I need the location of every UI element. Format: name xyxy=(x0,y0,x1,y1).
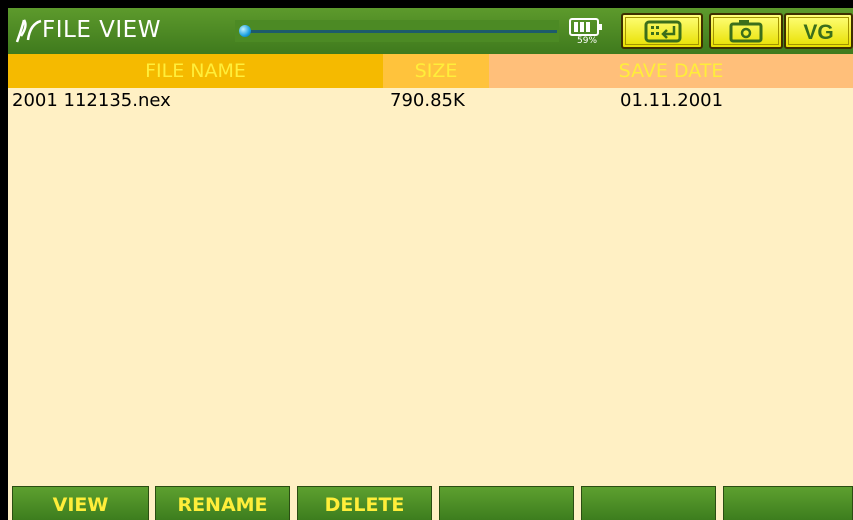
vg-label: VG xyxy=(803,21,834,44)
camera-button[interactable] xyxy=(709,13,783,49)
softkey-4[interactable] xyxy=(439,486,574,520)
file-name-cell: 2001 112135.nex xyxy=(12,90,171,111)
top-bar: FILE VIEW 59% VG xyxy=(8,8,853,54)
rename-button[interactable]: RENAME xyxy=(155,486,290,520)
delete-button[interactable]: DELETE xyxy=(297,486,432,520)
file-date-cell: 01.11.2001 xyxy=(620,90,724,111)
position-slider[interactable] xyxy=(235,20,559,42)
screen: FILE VIEW 59% VG FILE NAME SIZE SAVE DAT… xyxy=(8,8,853,520)
app-logo-icon xyxy=(15,19,42,43)
device-frame: FILE VIEW 59% VG FILE NAME SIZE SAVE DAT… xyxy=(0,0,853,520)
battery-percent: 59% xyxy=(577,36,598,46)
column-header-size[interactable]: SIZE xyxy=(383,54,489,88)
slider-track-line xyxy=(245,30,557,33)
page-title: FILE VIEW xyxy=(42,17,161,43)
table-row[interactable]: 2001 112135.nex 790.85K 01.11.2001 xyxy=(8,90,853,114)
softkey-bar: VIEW RENAME DELETE xyxy=(8,486,853,520)
file-size-cell: 790.85K xyxy=(390,90,465,111)
keyboard-enter-icon xyxy=(644,20,682,43)
column-header-file-name[interactable]: FILE NAME xyxy=(8,54,383,88)
vg-button[interactable]: VG xyxy=(784,13,853,49)
slider-knob[interactable] xyxy=(239,25,251,37)
column-header-save-date[interactable]: SAVE DATE xyxy=(489,54,853,88)
battery-indicator: 59% xyxy=(569,16,605,48)
softkey-5[interactable] xyxy=(581,486,716,520)
view-button[interactable]: VIEW xyxy=(12,486,149,520)
keyboard-button[interactable] xyxy=(621,13,703,49)
battery-icon xyxy=(569,18,602,36)
camera-icon xyxy=(729,20,763,43)
softkey-6[interactable] xyxy=(723,486,853,520)
table-header: FILE NAME SIZE SAVE DATE xyxy=(8,54,853,88)
